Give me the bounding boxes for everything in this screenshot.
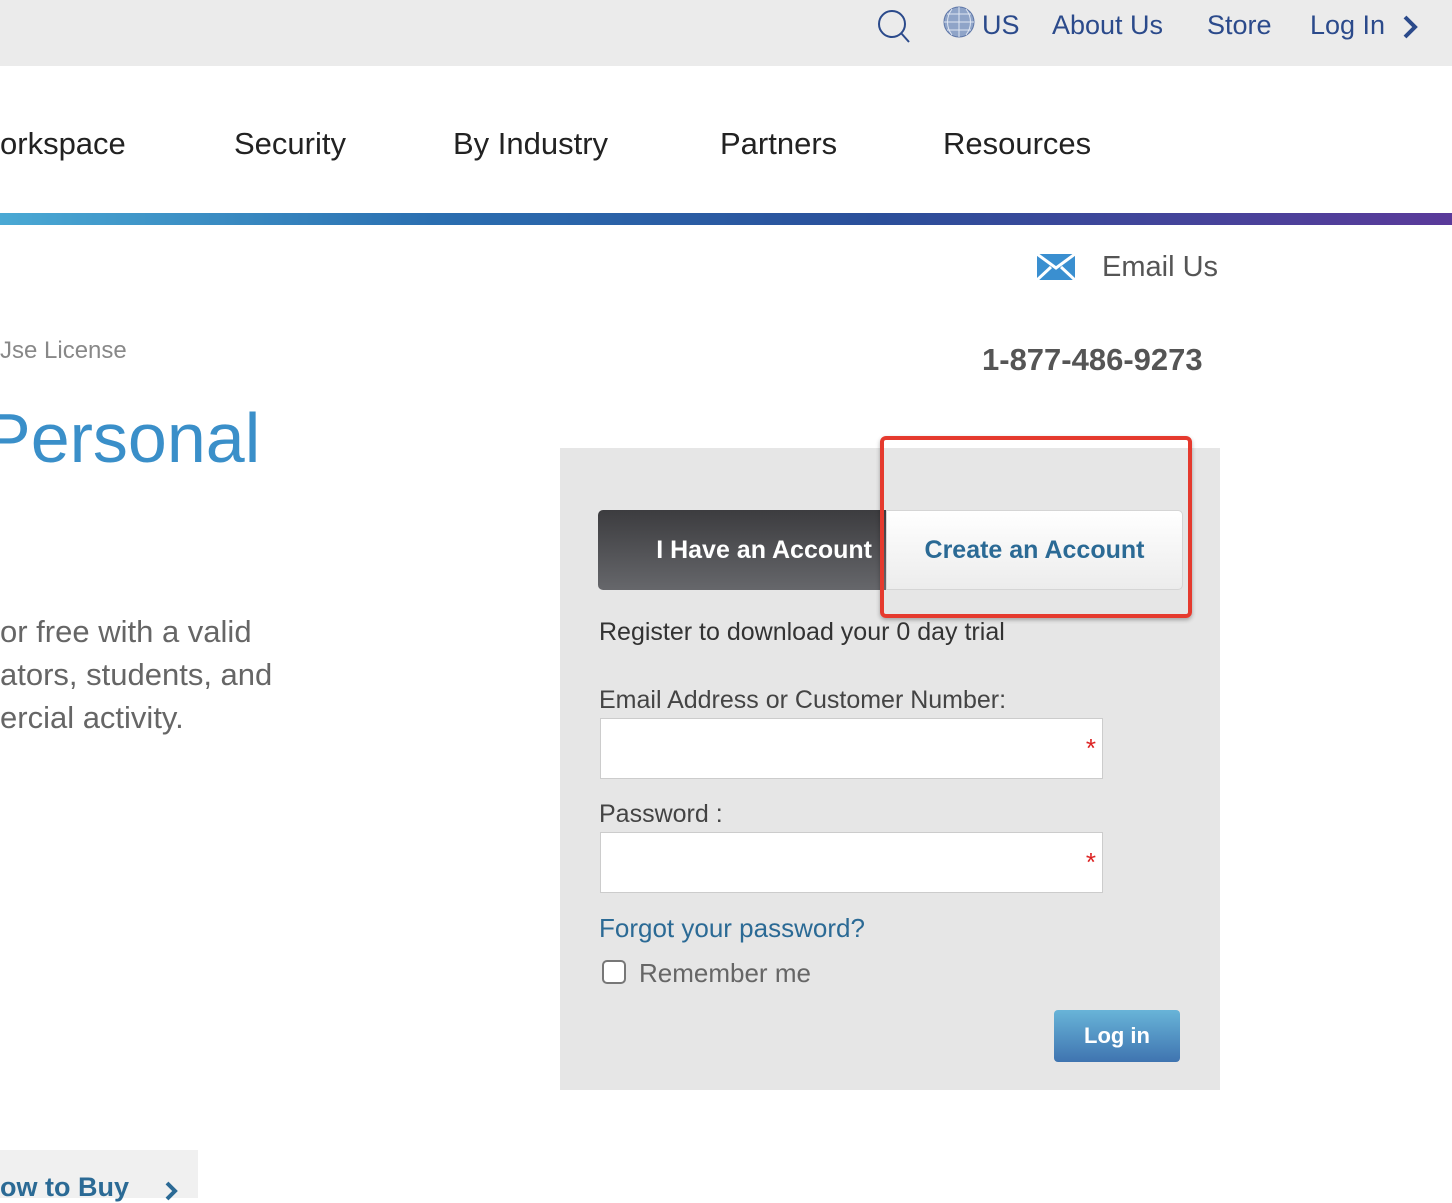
how-to-buy-label: ow to Buy xyxy=(0,1172,129,1202)
description-line: ators, students, and xyxy=(0,657,273,692)
trial-subtitle: Register to download your 0 day trial xyxy=(599,618,1005,646)
log-in-button[interactable]: Log in xyxy=(1054,1010,1180,1062)
nav-item-security[interactable]: Security xyxy=(234,126,346,162)
required-mark: * xyxy=(1085,733,1096,763)
tab-i-have-an-account[interactable]: I Have an Account xyxy=(598,510,886,590)
about-us-link[interactable]: About Us xyxy=(1052,10,1163,41)
description-line: ercial activity. xyxy=(0,700,184,735)
highlight-box xyxy=(880,436,1192,618)
email-us-link[interactable]: Email Us xyxy=(1102,251,1218,284)
chevron-right-icon xyxy=(165,1181,178,1201)
nav-item-resources[interactable]: Resources xyxy=(943,126,1091,162)
breadcrumb[interactable]: Jse License xyxy=(0,337,127,365)
remember-me-checkbox[interactable] xyxy=(602,960,626,984)
phone-number: 1-877-486-9273 xyxy=(982,342,1203,377)
gradient-divider xyxy=(0,213,1452,225)
hero-description: or free with a valid ators, students, an… xyxy=(0,610,272,739)
page-title: Personal xyxy=(0,399,261,477)
how-to-buy-button[interactable]: ow to Buy xyxy=(0,1150,198,1202)
forgot-password-link[interactable]: Forgot your password? xyxy=(599,913,865,944)
search-icon[interactable] xyxy=(876,8,912,44)
password-label: Password : xyxy=(599,800,723,828)
chevron-right-icon xyxy=(1403,15,1418,39)
nav-item-by-industry[interactable]: By Industry xyxy=(453,126,608,162)
email-label: Email Address or Customer Number: xyxy=(599,686,1007,714)
required-mark: * xyxy=(1085,847,1096,877)
email-icon[interactable] xyxy=(1037,254,1075,280)
description-line: or free with a valid xyxy=(0,614,252,649)
remember-me-label[interactable]: Remember me xyxy=(639,958,811,989)
password-field[interactable]: * xyxy=(600,832,1103,893)
nav-item-workspace[interactable]: orkspace xyxy=(0,126,126,162)
globe-icon[interactable] xyxy=(943,6,976,39)
top-utility-bar: US About Us Store Log In xyxy=(0,0,1452,66)
log-in-link[interactable]: Log In xyxy=(1310,10,1385,41)
store-link[interactable]: Store xyxy=(1207,10,1272,41)
region-selector[interactable]: US xyxy=(982,10,1020,41)
email-field[interactable]: * xyxy=(600,718,1103,779)
nav-item-partners[interactable]: Partners xyxy=(720,126,837,162)
